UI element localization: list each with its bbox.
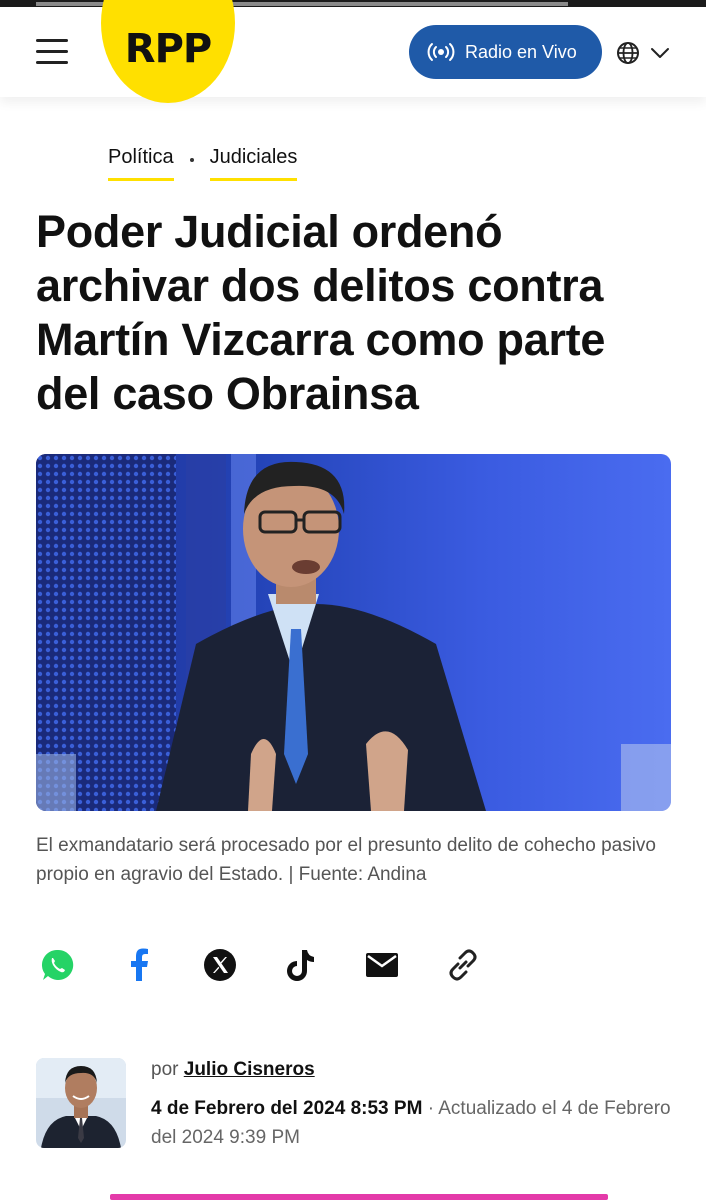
date-separator: · [427,1098,435,1119]
article-dates: 4 de Febrero del 2024 8:53 PM · Actualiz… [151,1094,671,1152]
radio-en-vivo-button[interactable]: Radio en Vivo [409,25,602,79]
author-avatar[interactable] [36,1058,126,1148]
logo-text: RPP [124,26,212,72]
whatsapp-share-button[interactable] [36,944,80,986]
language-selector[interactable] [616,41,672,65]
author-block: por Julio Cisneros 4 de Febrero del 2024… [36,1058,676,1150]
author-name-link[interactable]: Julio Cisneros [184,1059,315,1080]
facebook-icon [131,948,148,981]
breadcrumb-judiciales[interactable]: Judiciales [209,146,298,181]
broadcast-icon [427,43,455,61]
avatar-illustration [36,1058,126,1148]
photo-illustration [36,454,671,811]
globe-icon [617,42,639,64]
chevron-down-icon [651,48,669,58]
x-share-button[interactable] [198,944,242,986]
article-photo[interactable] [36,454,671,811]
email-share-button[interactable] [360,944,404,986]
image-caption: El exmandatario será procesado por el pr… [36,835,656,885]
bottom-banner-edge [110,1194,608,1200]
breadcrumb: Política Judiciales [108,146,298,181]
site-header: RPP Radio en Vivo [0,0,706,103]
link-icon [449,949,477,981]
author-byline: por Julio Cisneros [151,1059,315,1081]
share-bar [36,944,496,986]
radio-button-label: Radio en Vivo [465,41,577,62]
copy-link-button[interactable] [441,944,485,986]
tiktok-icon [287,950,314,981]
tiktok-share-button[interactable] [279,944,323,986]
email-icon [366,953,398,977]
published-date: 4 de Febrero del 2024 8:53 PM [151,1098,423,1119]
whatsapp-icon [41,949,74,980]
breadcrumb-separator [189,158,194,162]
breadcrumb-politica[interactable]: Política [108,146,174,181]
menu-icon[interactable] [36,39,68,64]
facebook-share-button[interactable] [117,944,161,986]
article-headline: Poder Judicial ordenó archivar dos delit… [36,206,606,419]
x-icon [204,949,236,981]
by-prefix: por [151,1059,179,1080]
rpp-logo[interactable]: RPP [101,0,235,103]
